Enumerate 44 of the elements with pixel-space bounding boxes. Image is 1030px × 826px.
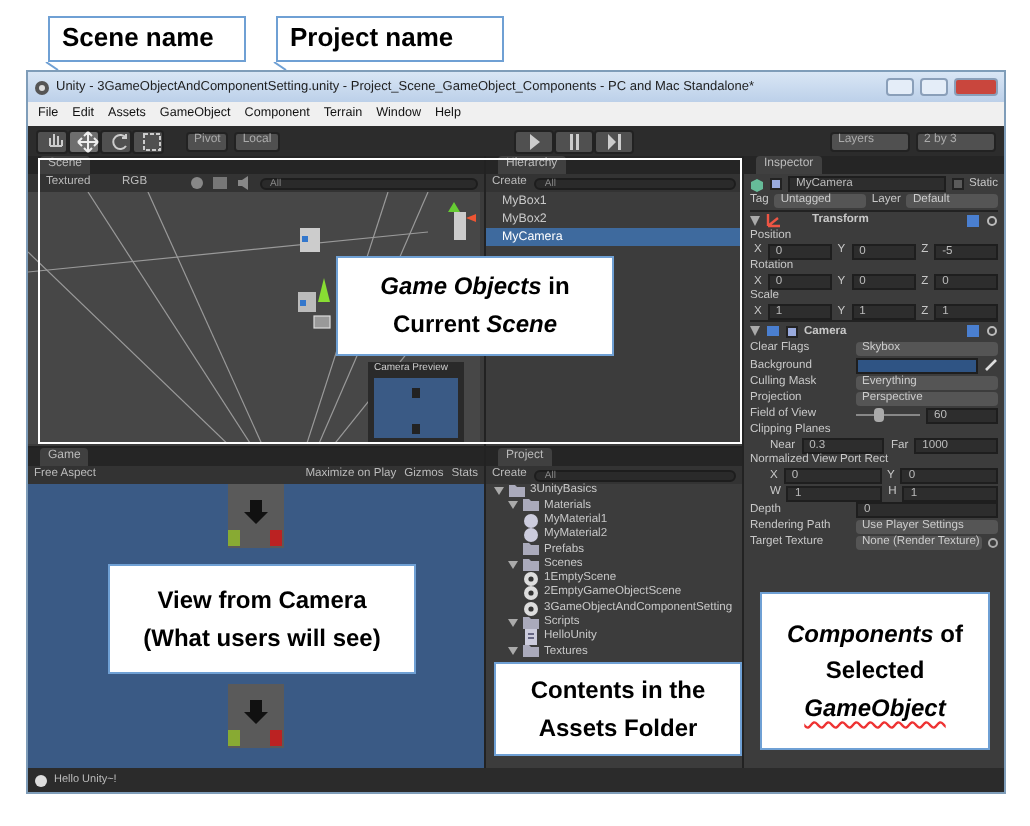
leader-line [44, 62, 60, 70]
annotation-label: Project name [276, 16, 504, 62]
tool-button[interactable] [100, 129, 132, 153]
expand-arrow-icon[interactable] [508, 617, 518, 628]
annotation-callout: Game Objects in Current Scene [336, 256, 614, 356]
component-checkbox[interactable] [786, 325, 798, 338]
cube-drawing [228, 684, 284, 748]
leader-line [272, 62, 288, 70]
expand-arrow-icon[interactable] [750, 215, 760, 226]
playback-button[interactable] [594, 129, 635, 153]
camera-preview-image [374, 377, 458, 437]
hand-icon [44, 129, 68, 153]
expand-arrow-icon[interactable] [494, 486, 504, 497]
eyedropper-icon[interactable] [984, 358, 998, 373]
annotation-callout: View from Camera (What users will see) [108, 564, 416, 674]
expand-arrow-icon[interactable] [750, 326, 760, 337]
step-icon [602, 129, 627, 153]
gameobject-icon [750, 177, 764, 192]
image-icon[interactable] [212, 176, 228, 190]
color-field[interactable] [856, 357, 978, 374]
expand-arrow-icon[interactable] [508, 646, 518, 657]
tool-button[interactable] [36, 129, 68, 153]
axes-icon [766, 212, 782, 229]
object-picker-icon[interactable] [988, 538, 998, 549]
annotation-label: Scene name [48, 16, 246, 62]
cube-drawing [228, 484, 284, 548]
active-checkbox[interactable] [770, 178, 782, 191]
expand-arrow-icon[interactable] [508, 559, 518, 570]
annotation-callout: Contents in the Assets Folder [494, 662, 742, 756]
tool-button[interactable] [132, 129, 164, 153]
rotate-icon [108, 129, 132, 153]
annotation-callout: Components of Selected GameObject [760, 592, 990, 750]
tool-button[interactable] [68, 129, 100, 153]
script-icon [522, 628, 540, 647]
gear-icon[interactable] [986, 324, 998, 339]
expand-arrow-icon[interactable] [508, 500, 518, 511]
move-icon [76, 129, 100, 153]
playback-button[interactable] [514, 129, 555, 153]
app-icon [34, 79, 50, 95]
static-checkbox[interactable] [951, 178, 963, 191]
slider-thumb[interactable] [874, 408, 885, 423]
gear-icon[interactable] [986, 213, 998, 228]
playback-button[interactable] [554, 129, 595, 153]
scale-icon [140, 129, 164, 153]
